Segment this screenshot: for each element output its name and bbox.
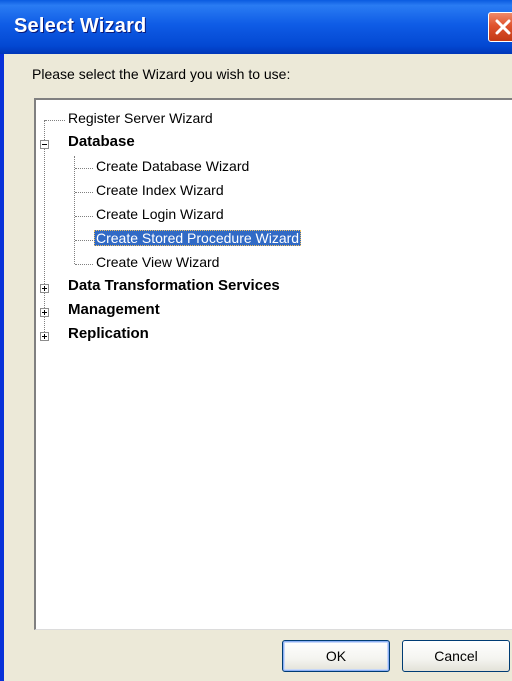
expand-icon[interactable] xyxy=(40,308,49,317)
tree-connector xyxy=(75,240,93,241)
tree-item-management[interactable]: Management xyxy=(68,300,160,320)
tree-item-label: Register Server Wizard xyxy=(68,110,213,126)
expand-icon[interactable] xyxy=(40,284,49,293)
instruction-label: Please select the Wizard you wish to use… xyxy=(32,66,291,82)
collapse-icon[interactable] xyxy=(40,140,49,149)
tree-item-create-database-wizard[interactable]: Create Database Wizard xyxy=(96,156,249,176)
tree-item-label: Create View Wizard xyxy=(96,254,220,270)
tree-root-line xyxy=(44,120,45,334)
title-bar[interactable]: Select Wizard xyxy=(0,0,512,54)
close-icon xyxy=(495,19,511,35)
tree-item-label: Database xyxy=(68,133,135,150)
ok-button[interactable]: OK xyxy=(282,640,390,672)
tree-item-data-transformation-services[interactable]: Data Transformation Services xyxy=(68,276,280,296)
wizard-tree[interactable]: Register Server Wizard Database Create D… xyxy=(34,98,512,630)
select-wizard-dialog: Select Wizard Please select the Wizard y… xyxy=(0,0,512,681)
tree-item-label: Replication xyxy=(68,325,149,342)
tree-database-children-line xyxy=(74,156,75,264)
expand-icon[interactable] xyxy=(40,332,49,341)
tree-connector xyxy=(75,192,93,193)
tree-item-label: Management xyxy=(68,301,160,318)
tree-item-register-server-wizard[interactable]: Register Server Wizard xyxy=(68,108,213,128)
tree-item-replication[interactable]: Replication xyxy=(68,324,149,344)
tree-connector xyxy=(75,216,93,217)
tree-item-create-view-wizard[interactable]: Create View Wizard xyxy=(96,252,219,272)
tree-connector xyxy=(75,168,93,169)
cancel-button[interactable]: Cancel xyxy=(402,640,510,672)
tree-item-label: Create Index Wizard xyxy=(96,182,224,198)
tree-item-label: Create Login Wizard xyxy=(96,206,224,222)
tree-item-create-index-wizard[interactable]: Create Index Wizard xyxy=(96,180,224,200)
tree-connector xyxy=(45,120,65,121)
tree-item-create-stored-procedure-wizard[interactable]: Create Stored Procedure Wizard xyxy=(94,228,302,248)
close-button[interactable] xyxy=(488,12,512,42)
tree-item-label: Create Database Wizard xyxy=(96,158,250,174)
tree-item-database[interactable]: Database xyxy=(68,132,135,152)
tree-item-label: Data Transformation Services xyxy=(68,277,280,294)
window-title: Select Wizard xyxy=(14,15,147,37)
tree-connector xyxy=(75,264,93,265)
tree-item-label-selected: Create Stored Procedure Wizard xyxy=(94,230,302,246)
tree-item-create-login-wizard[interactable]: Create Login Wizard xyxy=(96,204,224,224)
